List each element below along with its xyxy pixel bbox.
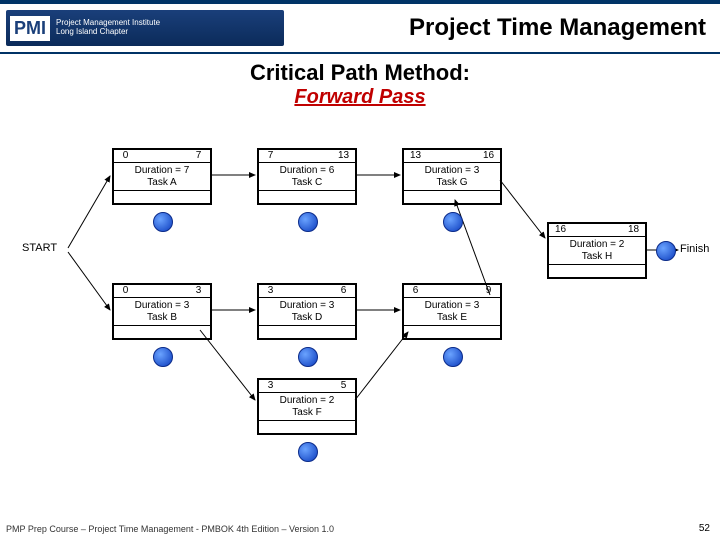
duration-label: Duration = 3	[280, 300, 335, 311]
task-label: Task G	[436, 177, 467, 188]
task-node-c: 7 13 Duration = 6Task C	[257, 148, 357, 205]
duration-label: Duration = 2	[570, 239, 625, 250]
task-node-e: 6 9 Duration = 3Task E	[402, 283, 502, 340]
slide-subtitle: Forward Pass	[0, 86, 720, 109]
duration-label: Duration = 3	[135, 300, 190, 311]
page-number: 52	[699, 523, 710, 534]
ef-value: 7	[187, 149, 211, 163]
duration-label: Duration = 7	[135, 165, 190, 176]
es-value: 0	[113, 149, 137, 163]
connector-dot	[443, 347, 463, 367]
ef-value: 5	[332, 379, 356, 393]
connector-dot	[153, 212, 173, 232]
es-value: 3	[258, 379, 282, 393]
task-label: Task B	[147, 312, 177, 323]
pmi-logo: PMI Project Management Institute Long Is…	[6, 10, 284, 46]
diagram-canvas: START Finish 0 7 Duration = 7Task A 7 13 D…	[0, 130, 720, 500]
page-title: Project Time Management	[284, 14, 714, 42]
es-value: 0	[113, 284, 137, 298]
logo-line2: Long Island Chapter	[56, 27, 128, 36]
ef-value: 6	[332, 284, 356, 298]
slide-title: Critical Path Method:	[0, 60, 720, 86]
task-label: Task E	[437, 312, 467, 323]
es-value: 6	[403, 284, 427, 298]
connector-dot	[656, 241, 676, 261]
ef-value: 3	[187, 284, 211, 298]
connector-dot	[443, 212, 463, 232]
pmi-logo-mark: PMI	[10, 16, 50, 41]
es-value: 16	[548, 223, 572, 237]
duration-label: Duration = 2	[280, 395, 335, 406]
task-label: Task F	[292, 407, 321, 418]
header-bar: PMI Project Management Institute Long Is…	[0, 0, 720, 54]
duration-label: Duration = 6	[280, 165, 335, 176]
pmi-logo-text: Project Management Institute Long Island…	[56, 19, 160, 37]
task-node-g: 13 16 Duration = 3Task G	[402, 148, 502, 205]
es-value: 3	[258, 284, 282, 298]
connector-dot	[298, 442, 318, 462]
connector-dot	[298, 347, 318, 367]
duration-label: Duration = 3	[425, 165, 480, 176]
ef-value: 18	[622, 223, 646, 237]
es-value: 13	[403, 149, 427, 163]
ef-value: 13	[332, 149, 356, 163]
connector-lines	[0, 130, 720, 500]
ef-value: 9	[477, 284, 501, 298]
task-node-b: 0 3 Duration = 3Task B	[112, 283, 212, 340]
ef-value: 16	[477, 149, 501, 163]
task-label: Task C	[292, 177, 323, 188]
es-value: 7	[258, 149, 282, 163]
task-node-f: 3 5 Duration = 2Task F	[257, 378, 357, 435]
connector-dot	[153, 347, 173, 367]
task-label: Task D	[292, 312, 323, 323]
logo-line1: Project Management Institute	[56, 18, 160, 27]
task-node-h: 16 18 Duration = 2Task H	[547, 222, 647, 279]
footer-text: PMP Prep Course – Project Time Managemen…	[6, 524, 334, 534]
connector-dot	[298, 212, 318, 232]
task-label: Task H	[582, 251, 613, 262]
duration-label: Duration = 3	[425, 300, 480, 311]
finish-terminal: Finish	[680, 243, 709, 255]
task-node-a: 0 7 Duration = 7Task A	[112, 148, 212, 205]
task-label: Task A	[147, 177, 176, 188]
start-terminal: START	[22, 242, 57, 254]
task-node-d: 3 6 Duration = 3Task D	[257, 283, 357, 340]
